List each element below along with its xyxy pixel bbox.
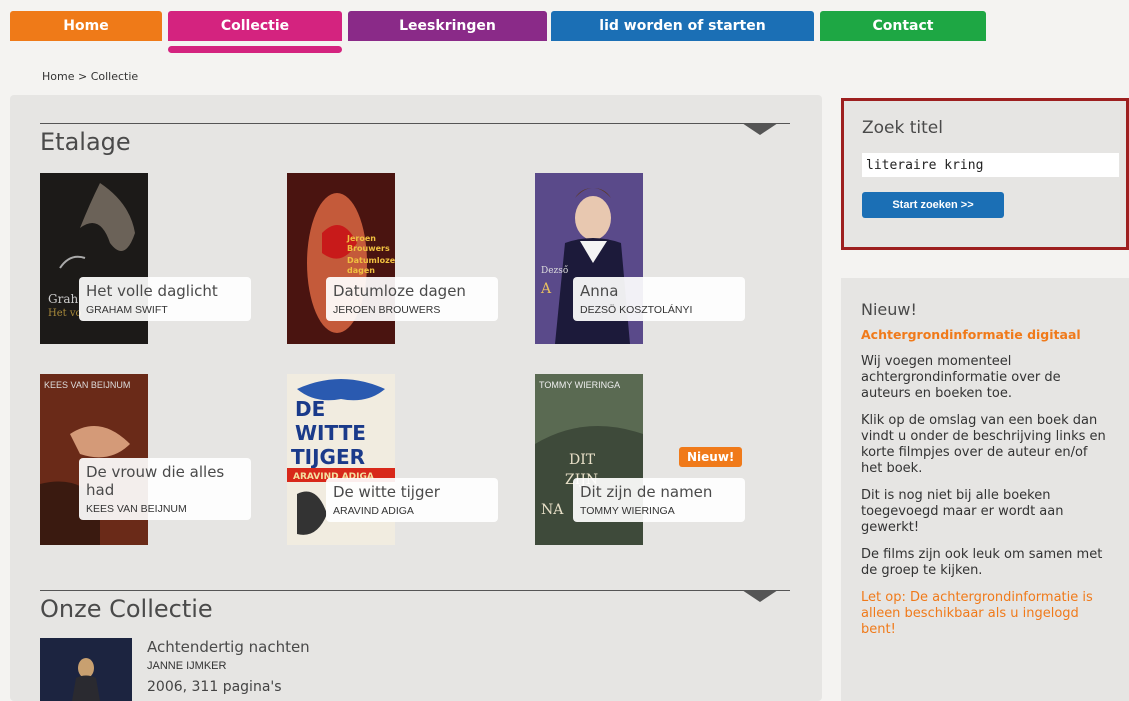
cover-art-icon: [40, 638, 132, 701]
svg-text:Brouwers: Brouwers: [347, 244, 390, 253]
book-caption[interactable]: Dit zijn de namen TOMMY WIERINGA: [573, 478, 745, 522]
main-content: Etalage Grah Het vo Het volle daglicht G…: [10, 95, 822, 701]
book-author: JEROEN BROUWERS: [333, 304, 441, 316]
collectie-item-title[interactable]: Achtendertig nachten: [147, 638, 310, 656]
collectie-item-author: JANNE IJMKER: [147, 660, 227, 672]
svg-text:TOMMY WIERINGA: TOMMY WIERINGA: [539, 380, 620, 390]
svg-text:WITTE: WITTE: [295, 421, 366, 445]
svg-text:Het vo: Het vo: [48, 308, 82, 319]
news-note: Let op: De achtergrondinformatie is alle…: [861, 590, 1093, 637]
svg-text:Datumloze: Datumloze: [347, 256, 395, 265]
etalage-rule: [40, 123, 790, 124]
tab-lid-worden[interactable]: lid worden of starten: [551, 11, 814, 41]
book-title: De witte tijger: [333, 483, 440, 501]
etalage-title: Etalage: [40, 128, 131, 156]
search-input[interactable]: [862, 153, 1119, 177]
collectie-title: Onze Collectie: [40, 595, 213, 623]
news-paragraph: Wij voegen momenteel achtergrondinformat…: [861, 354, 1061, 401]
news-subtitle[interactable]: Achtergrondinformatie digitaal: [861, 327, 1109, 342]
book-title: Dit zijn de namen: [580, 483, 713, 501]
book-author: KEES VAN BEIJNUM: [86, 503, 187, 515]
svg-text:A: A: [540, 281, 552, 297]
book-author: TOMMY WIERINGA: [580, 505, 675, 517]
svg-text:TIJGER: TIJGER: [291, 445, 365, 469]
book-caption[interactable]: Anna DEZSÖ KOSZTOLÁNYI: [573, 277, 745, 321]
news-paragraph: Klik op de omslag van een boek dan vindt…: [861, 413, 1106, 476]
etalage-arrow-icon: [742, 123, 778, 135]
book-title: De vrouw die alles had: [86, 463, 225, 499]
book-caption[interactable]: De vrouw die alles had KEES VAN BEIJNUM: [79, 458, 251, 520]
collectie-item-cover[interactable]: [40, 638, 132, 701]
book-caption[interactable]: Het volle daglicht GRAHAM SWIFT: [79, 277, 251, 321]
search-panel: Zoek titel Start zoeken >>: [841, 98, 1129, 250]
svg-text:Grah: Grah: [48, 292, 78, 306]
book-title: Het volle daglicht: [86, 282, 218, 300]
book-author: ARAVIND ADIGA: [333, 505, 414, 517]
news-paragraph: De films zijn ook leuk om samen met de g…: [861, 547, 1103, 578]
book-title: Datumloze dagen: [333, 282, 466, 300]
svg-text:DE: DE: [295, 397, 325, 421]
search-title: Zoek titel: [862, 118, 943, 138]
book-caption[interactable]: Datumloze dagen JEROEN BROUWERS: [326, 277, 498, 321]
svg-text:Dezső: Dezső: [541, 265, 568, 276]
news-paragraph: Dit is nog niet bij alle boeken toegevoe…: [861, 488, 1064, 535]
tab-leeskringen[interactable]: Leeskringen: [348, 11, 547, 41]
svg-text:DIT: DIT: [569, 452, 596, 468]
svg-text:Jeroen: Jeroen: [346, 234, 376, 243]
news-panel: Nieuw! Achtergrondinformatie digitaal Wi…: [841, 278, 1129, 701]
collectie-arrow-icon: [742, 590, 778, 602]
svg-text:dagen: dagen: [347, 266, 375, 275]
collectie-rule: [40, 590, 790, 591]
book-author: GRAHAM SWIFT: [86, 304, 168, 316]
breadcrumb[interactable]: Home > Collectie: [42, 70, 138, 83]
tab-collectie[interactable]: Collectie: [168, 11, 342, 53]
news-title: Nieuw!: [861, 300, 917, 319]
tab-home[interactable]: Home: [10, 11, 162, 41]
book-author: DEZSÖ KOSZTOLÁNYI: [580, 304, 693, 316]
book-caption[interactable]: De witte tijger ARAVIND ADIGA: [326, 478, 498, 522]
book-title: Anna: [580, 282, 619, 300]
svg-text:NA: NA: [541, 502, 564, 518]
tab-contact[interactable]: Contact: [820, 11, 986, 41]
new-badge: Nieuw!: [679, 447, 743, 467]
collectie-item-meta: 2006, 311 pagina's: [147, 679, 282, 695]
search-button[interactable]: Start zoeken >>: [862, 192, 1004, 218]
svg-text:KEES VAN BEIJNUM: KEES VAN BEIJNUM: [44, 380, 130, 390]
